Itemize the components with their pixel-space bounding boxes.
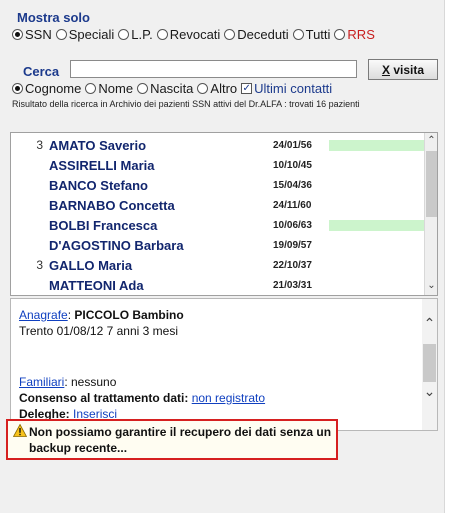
search-input[interactable] [70, 60, 357, 78]
birth-date: 24/11/60 [273, 200, 312, 211]
filter-option-deceduti[interactable]: Deceduti [224, 27, 289, 42]
anagrafe-line: Anagrafe: PICCOLO Bambino [19, 308, 184, 322]
radio-icon[interactable] [137, 83, 149, 94]
patient-name: D'AGOSTINO Barbara [49, 238, 184, 253]
list-item[interactable]: MATTEONI Ada 21/03/31 [11, 277, 426, 293]
birth-date: 10/06/63 [273, 220, 312, 231]
search-mode-cognome[interactable]: Cognome [12, 81, 81, 96]
visit-button-label: visita [389, 62, 425, 77]
warning-icon [13, 424, 27, 437]
list-item[interactable]: 3 AMATO Saverio 24/01/56 [11, 137, 437, 153]
consenso-line: Consenso al trattamento dati: non regist… [19, 391, 266, 405]
list-item[interactable]: BARNABO Concetta 24/11/60 [11, 197, 426, 213]
radio-icon[interactable] [197, 83, 209, 94]
birth-date: 10/10/45 [273, 160, 312, 171]
list-item[interactable]: 3 GALLO Maria 22/10/37 [11, 257, 426, 273]
familiari-link[interactable]: Familiari [19, 375, 64, 389]
list-item[interactable]: D'AGOSTINO Barbara 19/09/57 [11, 237, 426, 253]
birth-date: 21/03/31 [273, 280, 312, 291]
search-mode-altro[interactable]: Altro [197, 81, 237, 96]
list-item[interactable]: BANCO Stefano 15/04/36 [11, 177, 426, 193]
filter-label: Mostra solo [17, 10, 90, 25]
search-label: Cerca [23, 64, 60, 79]
filter-option-revocati[interactable]: Revocati [156, 27, 220, 42]
birth-date: 24/01/56 [273, 140, 312, 151]
warning-text: Non possiamo garantire il recupero dei d… [29, 425, 332, 455]
anagrafe-link[interactable]: Anagrafe [19, 308, 68, 322]
scrollbar-thumb[interactable] [426, 151, 437, 217]
scrollbar-thumb[interactable] [423, 344, 436, 382]
patient-list: 3 AMATO Saverio 24/01/56 ASSIRELLI Maria… [10, 132, 438, 296]
filter-option-speciali[interactable]: Speciali [55, 27, 114, 42]
familiari-line: Familiari: nessuno [19, 375, 117, 389]
list-item[interactable]: BOLBI Francesca 10/06/63 [11, 217, 437, 233]
search-mode-nome[interactable]: Nome [85, 81, 133, 96]
patient-name: MATTEONI Ada [49, 278, 144, 293]
details-scrollbar[interactable]: ⌃ ⌄ [422, 299, 437, 430]
scroll-up-icon[interactable]: ⌃ [422, 315, 437, 332]
checkmark-icon[interactable]: ✓ [241, 83, 253, 94]
contact-count: 3 [36, 138, 43, 152]
scroll-up-icon[interactable]: ⌃ [425, 135, 438, 146]
patient-name: BOLBI Francesca [49, 218, 158, 233]
status-highlight [329, 140, 437, 151]
patient-name: AMATO Saverio [49, 138, 147, 153]
scroll-down-icon[interactable]: ⌄ [425, 280, 438, 291]
radio-icon[interactable] [156, 29, 168, 40]
radio-icon[interactable] [85, 83, 97, 94]
patient-details-panel: Anagrafe: PICCOLO Bambino Trento 01/08/1… [10, 298, 438, 431]
filter-option-tutti[interactable]: Tutti [292, 27, 330, 42]
selected-patient-name: PICCOLO Bambino [74, 308, 184, 322]
birth-date: 15/04/36 [273, 180, 312, 191]
radio-icon[interactable] [334, 29, 346, 40]
filter-option-rrs[interactable]: RRS [334, 27, 375, 42]
search-mode-nascita[interactable]: Nascita [137, 81, 193, 96]
birth-date: 22/10/37 [273, 260, 312, 271]
radio-icon[interactable] [118, 29, 130, 40]
patient-list-scrollbar[interactable]: ⌃ ⌄ [424, 133, 437, 295]
visit-button-accelerator: X [381, 62, 390, 77]
consenso-link[interactable]: non registrato [192, 391, 265, 405]
radio-icon[interactable] [55, 29, 67, 40]
radio-icon[interactable] [292, 29, 304, 40]
filter-option-ssn[interactable]: SSN [12, 27, 52, 42]
filter-option-lp[interactable]: L.P. [118, 27, 153, 42]
search-result-text: Risultato della ricerca in Archivio dei … [12, 99, 360, 109]
contact-count: 3 [36, 258, 43, 272]
list-item[interactable]: ASSIRELLI Maria 10/10/45 [11, 157, 426, 173]
patient-name: GALLO Maria [49, 258, 133, 273]
birth-info: Trento 01/08/12 7 anni 3 mesi [19, 324, 178, 338]
patient-name: BANCO Stefano [49, 178, 148, 193]
patient-name: BARNABO Concetta [49, 198, 175, 213]
search-mode-radio-group: Cognome Nome Nascita Altro ✓ Ultimi conta… [12, 81, 336, 96]
radio-icon[interactable] [224, 29, 236, 40]
radio-selected-icon[interactable] [12, 29, 23, 40]
filter-radio-group: SSN Speciali L.P. Revocati Deceduti Tutt… [12, 27, 379, 42]
backup-warning: Non possiamo garantire il recupero dei d… [6, 419, 338, 460]
recent-contacts-checkbox[interactable]: ✓ Ultimi contatti [241, 81, 332, 96]
scroll-down-icon[interactable]: ⌄ [422, 383, 437, 400]
visit-button[interactable]: X visita [368, 59, 438, 80]
patient-name: ASSIRELLI Maria [49, 158, 155, 173]
patient-search-window: Mostra solo SSN Speciali L.P. Revocati D… [0, 0, 445, 513]
radio-selected-icon[interactable] [12, 83, 23, 94]
birth-date: 19/09/57 [273, 240, 312, 251]
status-highlight [329, 220, 437, 231]
